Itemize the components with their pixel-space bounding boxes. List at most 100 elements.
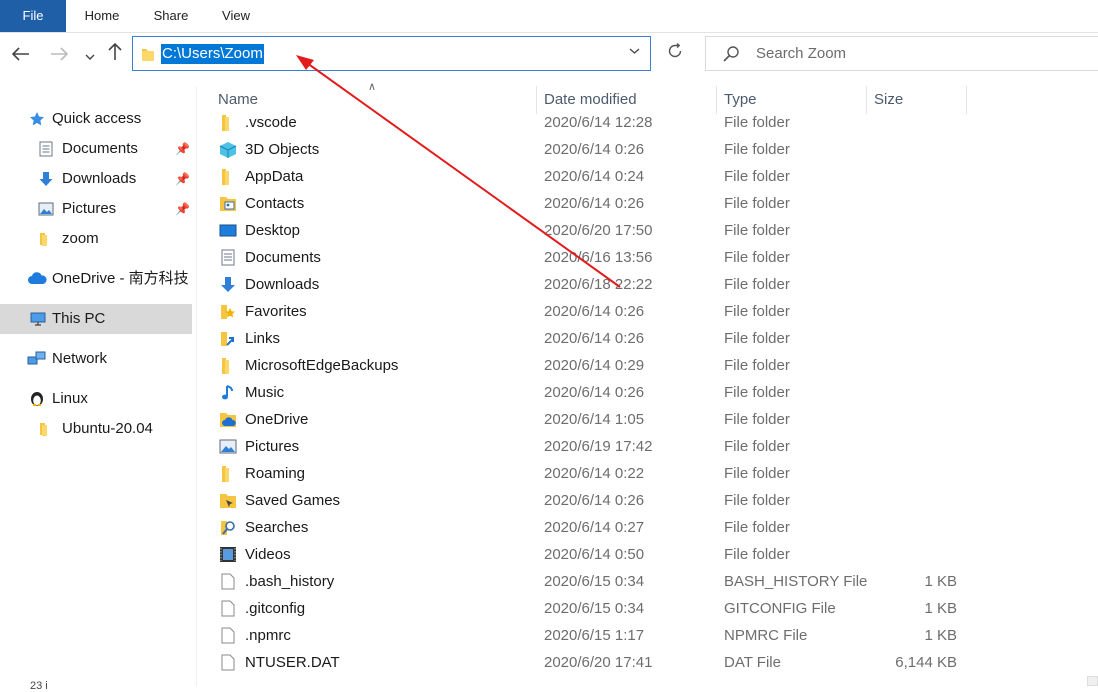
table-row[interactable]: OneDrive 2020/6/14 1:05 File folder (215, 406, 975, 433)
table-row[interactable]: MicrosoftEdgeBackups 2020/6/14 0:29 File f… (215, 352, 975, 379)
nav-pictures[interactable]: Pictures 📌 (0, 194, 192, 224)
desktop-icon (219, 224, 237, 237)
file-date-modified: 2020/6/14 0:26 (544, 141, 645, 158)
table-row[interactable]: .bash_history 2020/6/15 0:34 BASH_HISTORY … (215, 568, 975, 595)
network-icon (27, 351, 46, 365)
file-size: 1 KB (924, 600, 957, 617)
table-row[interactable]: 3D Objects 2020/6/14 0:26 File folder (215, 136, 975, 163)
links-icon (221, 332, 234, 346)
pane-divider[interactable] (196, 86, 197, 686)
nav-documents[interactable]: Documents 📌 (0, 134, 192, 164)
folder-icon (40, 233, 47, 246)
pin-icon[interactable]: 📌 (175, 194, 190, 224)
nav-onedrive[interactable]: OneDrive - 南方科技 (0, 264, 192, 294)
table-row[interactable]: Favorites 2020/6/14 0:26 File folder (215, 298, 975, 325)
table-row[interactable]: .npmrc 2020/6/15 1:17 NPMRC File 1 KB (215, 622, 975, 649)
nav-network[interactable]: Network (0, 344, 192, 374)
table-row[interactable]: Pictures 2020/6/19 17:42 File folder (215, 433, 975, 460)
nav-downloads[interactable]: Downloads 📌 (0, 164, 192, 194)
table-row[interactable]: Downloads 2020/6/18 22:22 File folder (215, 271, 975, 298)
nav-ubuntu[interactable]: Ubuntu-20.04 (0, 414, 192, 444)
file-type: File folder (724, 384, 790, 401)
table-row[interactable]: AppData 2020/6/14 0:24 File folder (215, 163, 975, 190)
nav-label: Linux (52, 390, 88, 407)
table-row[interactable]: Links 2020/6/14 0:26 File folder (215, 325, 975, 352)
file-size (865, 109, 957, 136)
pin-icon[interactable]: 📌 (175, 164, 190, 194)
tab-home[interactable]: Home (76, 0, 128, 32)
nav-quick-access[interactable]: Quick access (0, 104, 192, 134)
status-bar-text: 23 i (30, 680, 48, 692)
file-date-modified: 2020/6/15 0:34 (544, 600, 645, 617)
table-row[interactable]: Searches 2020/6/14 0:27 File folder (215, 514, 975, 541)
file-size (865, 352, 957, 379)
file-date-modified: 2020/6/19 17:42 (544, 438, 653, 455)
recent-locations-button[interactable] (80, 40, 100, 70)
penguin-icon (31, 392, 43, 406)
forward-button[interactable] (46, 40, 72, 70)
up-button[interactable] (104, 40, 126, 70)
file-date-modified: 2020/6/14 0:26 (544, 384, 645, 401)
file-date-modified: 2020/6/16 13:56 (544, 249, 653, 266)
address-dropdown-icon[interactable] (629, 43, 640, 58)
file-name: MicrosoftEdgeBackups (245, 357, 399, 374)
tab-file[interactable]: File (0, 0, 66, 32)
file-type: File folder (724, 276, 790, 293)
nav-label: Documents (62, 140, 138, 157)
file-type: File folder (724, 492, 790, 509)
file-type: File folder (724, 168, 790, 185)
music-icon (222, 385, 233, 400)
table-row[interactable]: Videos 2020/6/14 0:50 File folder (215, 541, 975, 568)
onedrive-folder-icon (220, 413, 236, 427)
file-date-modified: 2020/6/14 1:05 (544, 411, 645, 428)
favorites-icon (221, 305, 235, 319)
file-date-modified: 2020/6/14 0:27 (544, 519, 645, 536)
nav-label: Downloads (62, 170, 137, 187)
table-row[interactable]: Documents 2020/6/16 13:56 File folder (215, 244, 975, 271)
file-name: Downloads (245, 276, 320, 293)
nav-zoom[interactable]: zoom (0, 224, 192, 254)
file-type: File folder (724, 222, 790, 239)
nav-label: OneDrive - 南方科技 (52, 270, 189, 287)
file-date-modified: 2020/6/14 12:28 (544, 114, 653, 131)
table-row[interactable]: .vscode 2020/6/14 12:28 File folder (215, 109, 975, 136)
address-path[interactable]: C:\Users\Zoom (161, 44, 264, 64)
back-button[interactable] (8, 40, 34, 70)
nav-this-pc[interactable]: This PC (0, 304, 192, 334)
file-size (865, 244, 957, 271)
file-name: 3D Objects (245, 141, 320, 158)
file-size: 1 KB (924, 627, 957, 644)
documents-icon (221, 249, 235, 266)
table-row[interactable]: .gitconfig 2020/6/15 0:34 GITCONFIG File 1 … (215, 595, 975, 622)
file-type: File folder (724, 114, 790, 131)
table-row[interactable]: Contacts 2020/6/14 0:26 File folder (215, 190, 975, 217)
file-date-modified: 2020/6/14 0:29 (544, 357, 645, 374)
file-date-modified: 2020/6/14 0:26 (544, 492, 645, 509)
file-name: AppData (245, 168, 304, 185)
nav-label: Network (52, 350, 108, 367)
file-size (865, 217, 957, 244)
file-date-modified: 2020/6/14 0:22 (544, 465, 645, 482)
search-box[interactable]: Search Zoom (705, 36, 1098, 71)
file-date-modified: 2020/6/14 0:50 (544, 546, 645, 563)
nav-label: zoom (62, 230, 99, 247)
file-type: NPMRC File (724, 627, 808, 644)
tab-share[interactable]: Share (146, 0, 196, 32)
address-bar[interactable]: C:\Users\Zoom (132, 36, 651, 71)
nav-label: Ubuntu-20.04 (62, 420, 153, 437)
table-row[interactable]: Roaming 2020/6/14 0:22 File folder (215, 460, 975, 487)
search-input[interactable]: Search Zoom (756, 45, 846, 62)
nav-label: This PC (52, 310, 106, 327)
tab-view[interactable]: View (214, 0, 258, 32)
folder-icon (222, 169, 229, 185)
file-name: Favorites (245, 303, 307, 320)
file-name: Roaming (245, 465, 306, 482)
file-size (865, 406, 957, 433)
table-row[interactable]: Saved Games 2020/6/14 0:26 File folder (215, 487, 975, 514)
table-row[interactable]: Desktop 2020/6/20 17:50 File folder (215, 217, 975, 244)
nav-linux[interactable]: Linux (0, 384, 192, 414)
table-row[interactable]: Music 2020/6/14 0:26 File folder (215, 379, 975, 406)
refresh-button[interactable] (660, 36, 690, 71)
table-row[interactable]: NTUSER.DAT 2020/6/20 17:41 DAT File 6,144 K… (215, 649, 975, 676)
pin-icon[interactable]: 📌 (175, 134, 190, 164)
